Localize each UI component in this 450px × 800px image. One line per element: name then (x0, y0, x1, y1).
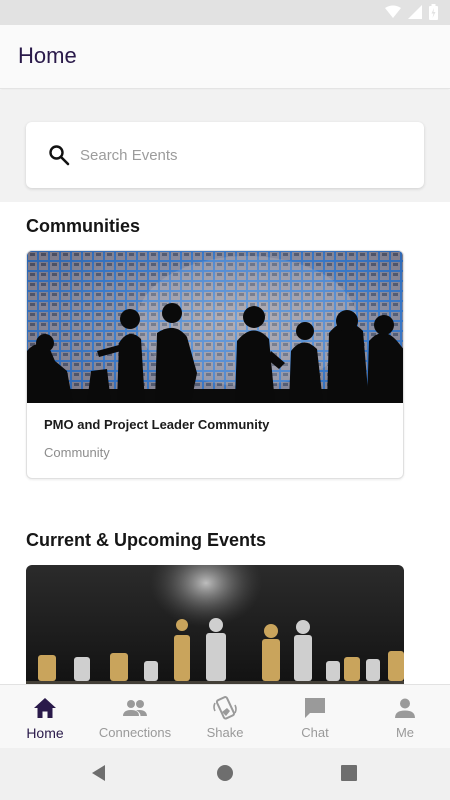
community-card[interactable]: PMO and Project Leader Community Communi… (26, 250, 404, 479)
nav-label-me: Me (395, 725, 415, 740)
nav-label-chat: Chat (301, 725, 329, 740)
nav-label-shake: Shake (206, 725, 244, 740)
community-card-subtitle: Community (44, 445, 110, 460)
bottom-nav: Home Connections Shake Chat Me (0, 684, 450, 748)
shake-phone-icon (213, 696, 237, 720)
system-nav-bar (0, 748, 450, 800)
nav-label-connections: Connections (98, 725, 172, 740)
nav-item-shake[interactable]: Shake (180, 685, 270, 748)
nav-label-home: Home (26, 725, 64, 741)
nav-item-connections[interactable]: Connections (90, 685, 180, 748)
home-icon (34, 698, 56, 718)
events-heading: Current & Upcoming Events (26, 530, 267, 550)
search-icon (49, 145, 70, 166)
back-icon[interactable] (90, 764, 108, 782)
event-card[interactable] (26, 565, 404, 684)
wifi-icon (385, 5, 401, 18)
app-bar: Home (0, 25, 450, 89)
nav-item-chat[interactable]: Chat (270, 685, 360, 748)
communities-heading: Communities (26, 216, 141, 236)
status-icons (385, 4, 438, 20)
search-section (0, 90, 450, 202)
search-box[interactable] (26, 122, 424, 188)
person-icon (395, 698, 415, 718)
home-circle-icon[interactable] (216, 764, 234, 782)
main-content[interactable]: Communities PMO and Project Leader Commu… (0, 202, 450, 684)
status-bar (0, 0, 450, 25)
search-input[interactable] (80, 142, 400, 168)
nav-item-me[interactable]: Me (360, 685, 450, 748)
battery-icon (429, 4, 438, 20)
event-image (26, 565, 404, 684)
community-image (27, 251, 403, 403)
nav-item-home[interactable]: Home (0, 685, 90, 748)
page-title: Home (18, 43, 77, 68)
people-icon (123, 700, 147, 716)
chat-icon (305, 698, 325, 718)
community-card-title: PMO and Project Leader Community (44, 417, 270, 432)
cellular-signal-icon (408, 5, 422, 19)
recents-icon[interactable] (340, 764, 358, 782)
